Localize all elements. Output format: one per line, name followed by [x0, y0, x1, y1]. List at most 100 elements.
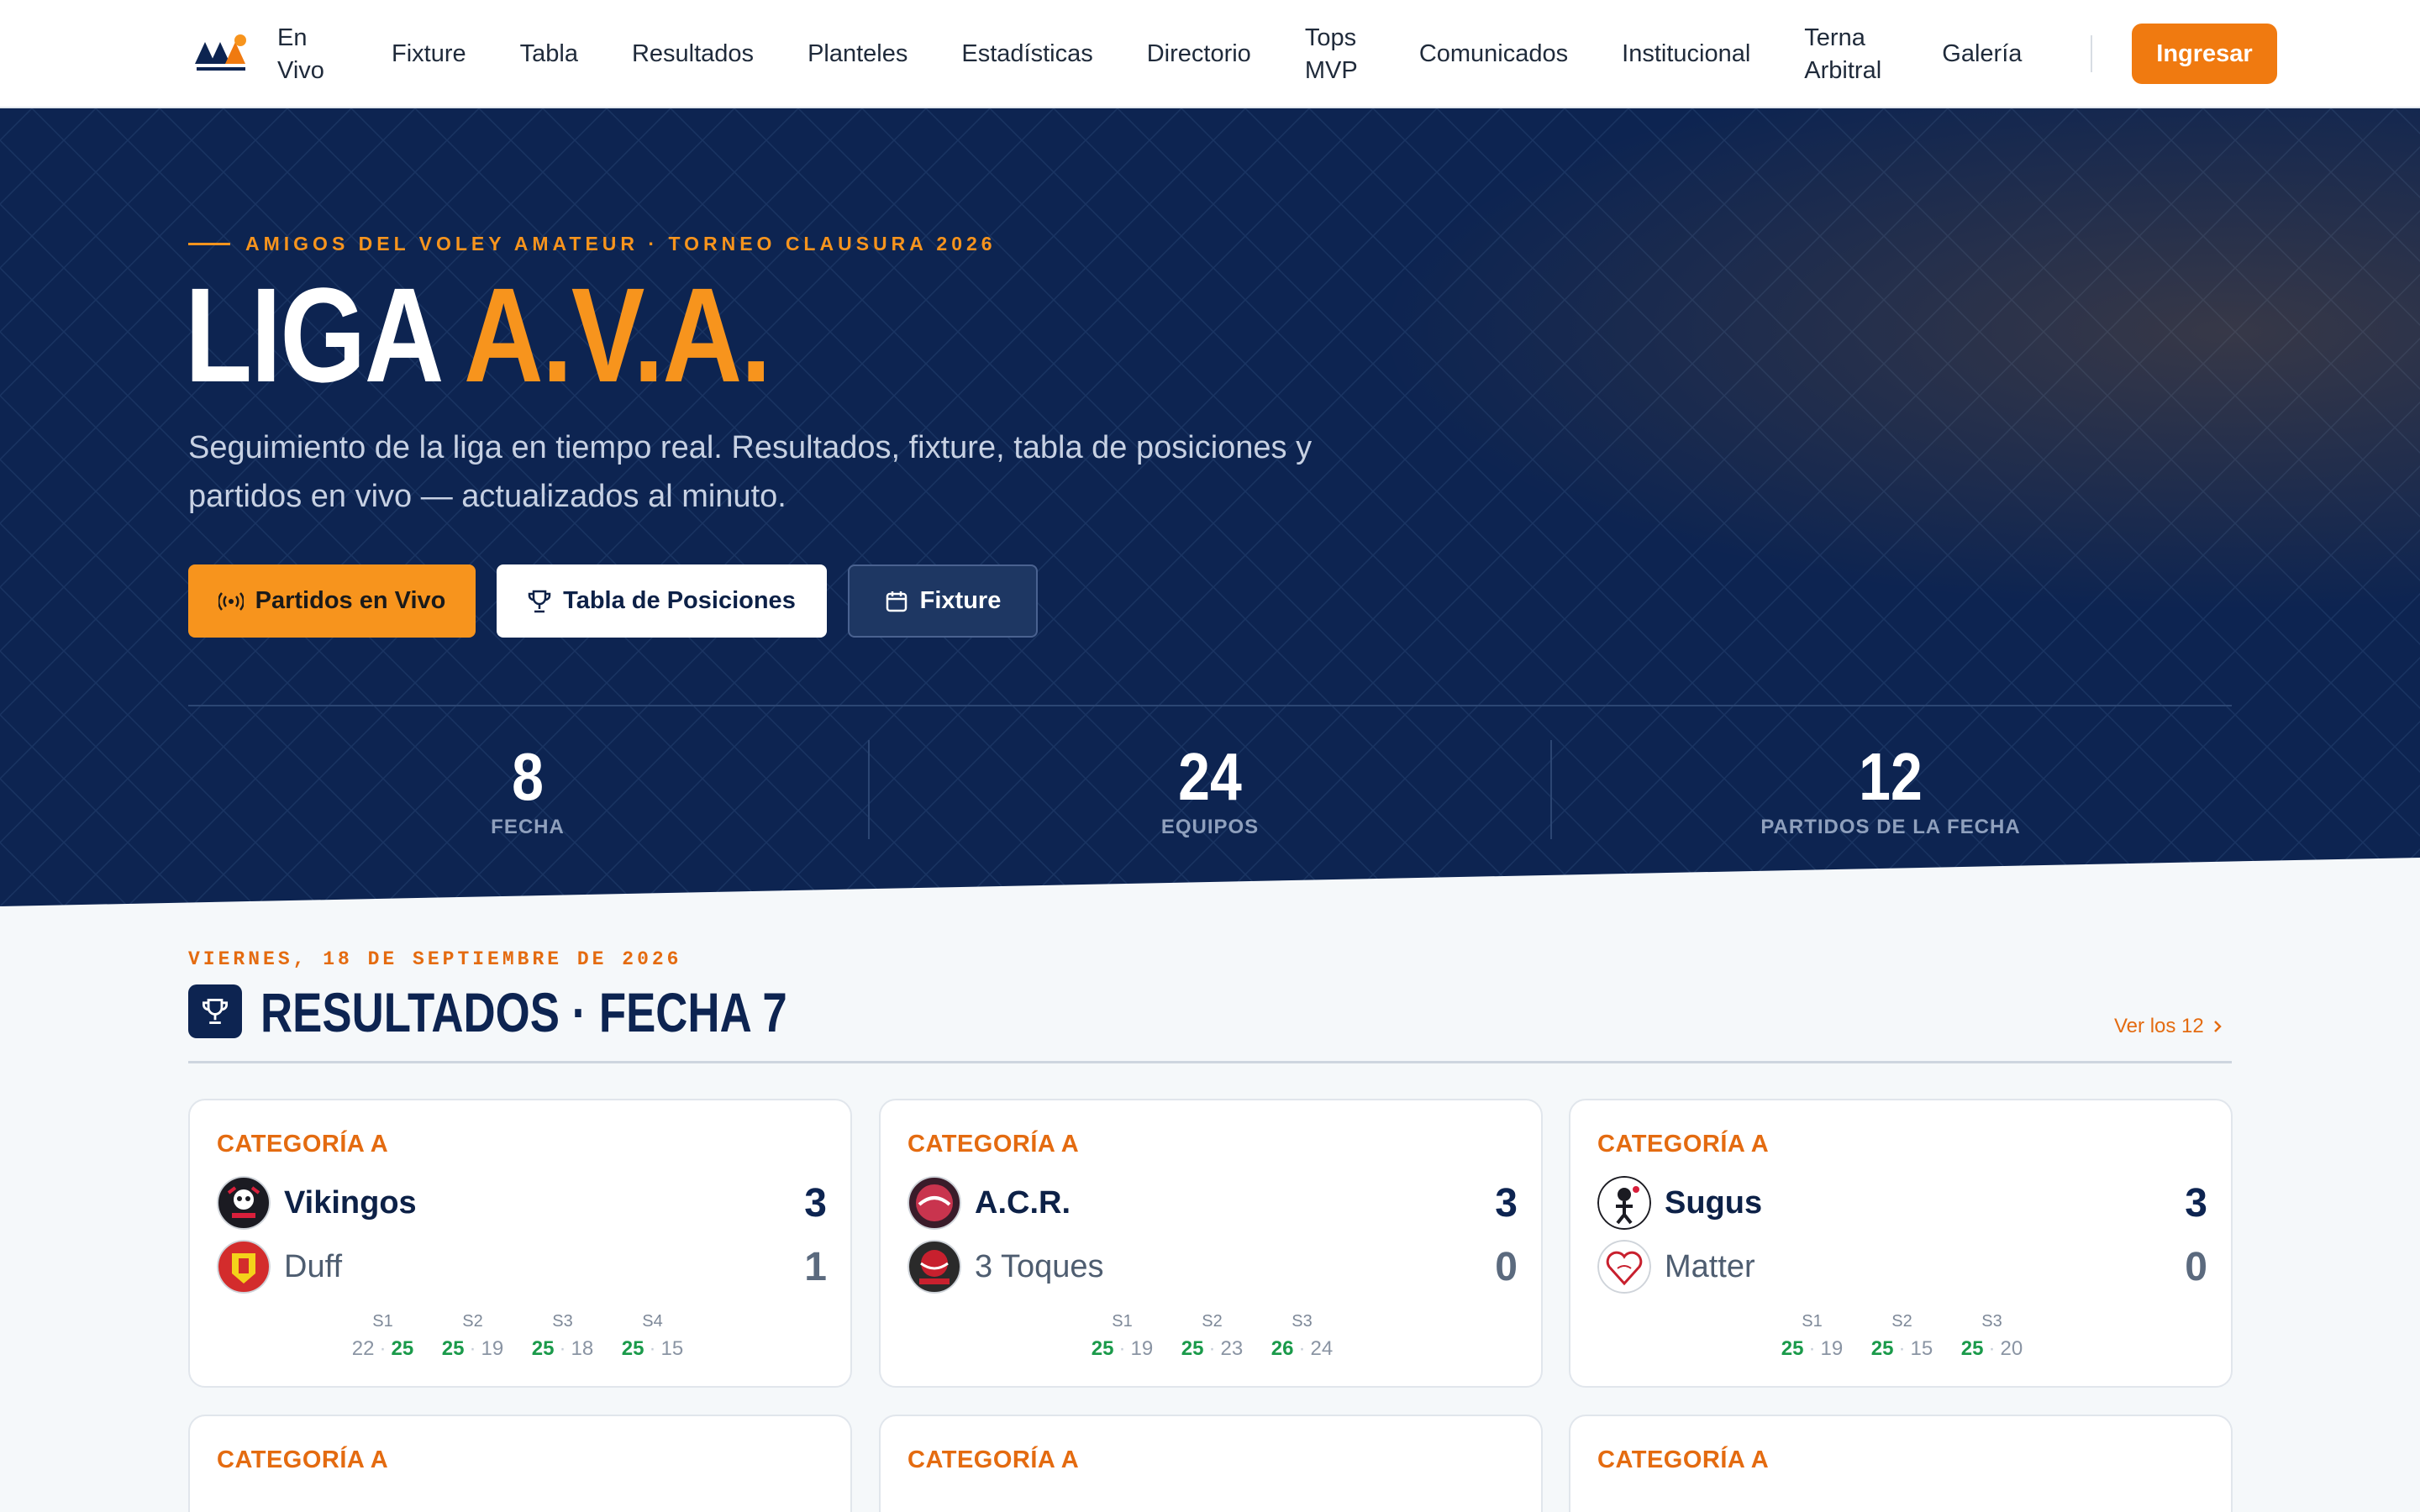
- set-score: S2 25 · 23: [1167, 1310, 1257, 1362]
- stat-label: PARTIDOS DE LA FECHA: [1760, 816, 2021, 838]
- hero-divider: [188, 705, 2232, 706]
- team-score: 0: [2185, 1244, 2207, 1289]
- hero-title: LIGA A.V.A.: [185, 264, 771, 407]
- nav-item-galeria[interactable]: Galería: [1942, 38, 2022, 71]
- sugus-logo-icon: [1597, 1176, 1651, 1230]
- nav-item-institucional[interactable]: Institucional: [1622, 38, 1750, 71]
- set-label: S2: [1202, 1312, 1223, 1331]
- login-button[interactable]: Ingresar: [2132, 24, 2277, 84]
- set-label: S1: [1112, 1312, 1133, 1331]
- stat-value: 8: [512, 739, 544, 814]
- set-points-home: 25: [441, 1337, 465, 1360]
- nav-item-comunicados[interactable]: Comunicados: [1419, 38, 1568, 71]
- nav-item-planteles[interactable]: Planteles: [808, 38, 908, 71]
- set-points-away: 25: [391, 1337, 414, 1360]
- nav-item-directorio[interactable]: Directorio: [1147, 38, 1251, 71]
- team-row-away: 3 Toques 0: [908, 1240, 1518, 1294]
- set-points-away: 19: [481, 1337, 504, 1360]
- nav-item-tabla[interactable]: Tabla: [520, 38, 578, 71]
- set-points-home: 25: [531, 1337, 555, 1360]
- set-label: S3: [552, 1312, 573, 1331]
- match-category: CATEGORÍA A: [217, 1131, 389, 1158]
- match-card[interactable]: CATEGORÍA A: [1569, 1415, 2233, 1512]
- fixture-button[interactable]: Fixture: [848, 564, 1038, 638]
- eyebrow-text: AMIGOS DEL VOLEY AMATEUR · TORNEO CLAUSU…: [245, 233, 997, 255]
- set-scores: S1 25 · 19 S2 25 · 23 S3 26 · 24: [1077, 1310, 1347, 1362]
- match-category: CATEGORÍA A: [908, 1446, 1080, 1473]
- set-label: S3: [1981, 1312, 2002, 1331]
- team-row-away: Duff 1: [217, 1240, 827, 1294]
- chevron-right-icon: [2213, 1021, 2222, 1032]
- 3-toques-logo-icon: [908, 1240, 961, 1294]
- stat-divider: [1550, 740, 1552, 839]
- set-score: S3 26 · 24: [1257, 1310, 1347, 1362]
- team-score: 1: [804, 1244, 827, 1289]
- acr-logo-icon: [908, 1176, 961, 1230]
- set-points-home: 25: [1870, 1337, 1894, 1360]
- match-category: CATEGORÍA A: [217, 1446, 389, 1473]
- nav-item-resultados[interactable]: Resultados: [632, 38, 754, 71]
- stat-value: 24: [1178, 739, 1242, 814]
- hero-buttons: Partidos en Vivo Tabla de Posiciones Fix…: [188, 564, 1059, 638]
- match-card[interactable]: CATEGORÍA A: [879, 1415, 1543, 1512]
- stat-fecha: 8 FECHA: [292, 740, 763, 839]
- set-score: S3 25 · 18: [518, 1310, 608, 1362]
- ava-logo[interactable]: [192, 30, 252, 76]
- set-score: S1 25 · 19: [1077, 1310, 1167, 1362]
- broadcast-icon: [218, 591, 244, 611]
- team-name: 3 Toques: [975, 1248, 1104, 1284]
- set-points-home: 25: [1181, 1337, 1204, 1360]
- team-row-home: Sugus 3: [1597, 1176, 2207, 1230]
- set-points-away: 24: [1310, 1337, 1334, 1360]
- duff-logo-icon: [217, 1240, 271, 1294]
- set-score: S4 25 · 15: [608, 1310, 697, 1362]
- fixture-label: Fixture: [919, 587, 1002, 614]
- team-name: A.C.R.: [975, 1184, 1071, 1221]
- match-card[interactable]: CATEGORÍA A: [188, 1415, 852, 1512]
- section-rule: [188, 1061, 2232, 1063]
- match-card[interactable]: CATEGORÍA A Sugus 3 Matter 0 S1 25 · 19 S2…: [1569, 1099, 2233, 1388]
- set-score: S1 22 · 25: [338, 1310, 428, 1362]
- match-category: CATEGORÍA A: [1597, 1446, 1770, 1473]
- results-date: VIERNES, 18 DE SEPTIEMBRE DE 2026: [188, 948, 682, 970]
- set-label: S1: [1802, 1312, 1823, 1331]
- set-points-away: 18: [571, 1337, 594, 1360]
- nav-item-fixture[interactable]: Fixture: [392, 38, 466, 71]
- nav-item-estadisticas[interactable]: Estadísticas: [961, 38, 1092, 71]
- nav-item-tops-mvp[interactable]: Tops MVP: [1305, 22, 1365, 87]
- set-label: S3: [1292, 1312, 1313, 1331]
- team-score: 3: [1495, 1180, 1518, 1226]
- hero-title-white: LIGA: [185, 260, 440, 410]
- trophy-icon: [528, 590, 551, 612]
- set-points-away: 20: [2000, 1337, 2023, 1360]
- nav-item-terna-arbitral[interactable]: Terna Arbitral: [1804, 22, 1888, 87]
- set-points-away: 19: [1820, 1337, 1844, 1360]
- matter-logo-icon: [1597, 1240, 1651, 1294]
- set-points-away: 19: [1130, 1337, 1154, 1360]
- match-card[interactable]: CATEGORÍA A Vikingos 3 Duff 1 S1 22 · 25 S…: [188, 1099, 852, 1388]
- set-scores: S1 22 · 25 S2 25 · 19 S3 25 · 18 S4 25 · 15: [338, 1310, 697, 1362]
- set-label: S4: [642, 1312, 663, 1331]
- standings-label: Tabla de Posiciones: [563, 587, 796, 614]
- set-points-home: 25: [1091, 1337, 1114, 1360]
- set-score: S1 25 · 19: [1767, 1310, 1857, 1362]
- see-all-link[interactable]: Ver los 12: [2114, 1015, 2223, 1038]
- top-navbar: En Vivo Fixture Tabla Resultados Plantel…: [0, 0, 2420, 108]
- vikingos-logo-icon: [217, 1176, 271, 1230]
- stat-partidos: 12 PARTIDOS DE LA FECHA: [1655, 740, 2126, 839]
- set-score: S2 25 · 15: [1857, 1310, 1947, 1362]
- match-card[interactable]: CATEGORÍA A A.C.R. 3 3 Toques 0 S1 25 · 19…: [879, 1099, 1543, 1388]
- standings-button[interactable]: Tabla de Posiciones: [497, 564, 827, 638]
- team-name: Sugus: [1665, 1184, 1763, 1221]
- live-matches-button[interactable]: Partidos en Vivo: [188, 564, 476, 638]
- team-name: Vikingos: [284, 1184, 417, 1221]
- set-label: S1: [372, 1312, 393, 1331]
- nav-item-en-vivo[interactable]: En Vivo: [277, 22, 338, 87]
- set-label: S2: [462, 1312, 483, 1331]
- hero-eyebrow: AMIGOS DEL VOLEY AMATEUR · TORNEO CLAUSU…: [188, 233, 997, 255]
- set-points-home: 25: [1781, 1337, 1804, 1360]
- calendar-icon: [886, 591, 907, 612]
- stat-label: EQUIPOS: [1160, 816, 1260, 838]
- team-name: Matter: [1665, 1248, 1755, 1284]
- hero-subtitle: Seguimiento de la liga en tiempo real. R…: [188, 430, 1313, 514]
